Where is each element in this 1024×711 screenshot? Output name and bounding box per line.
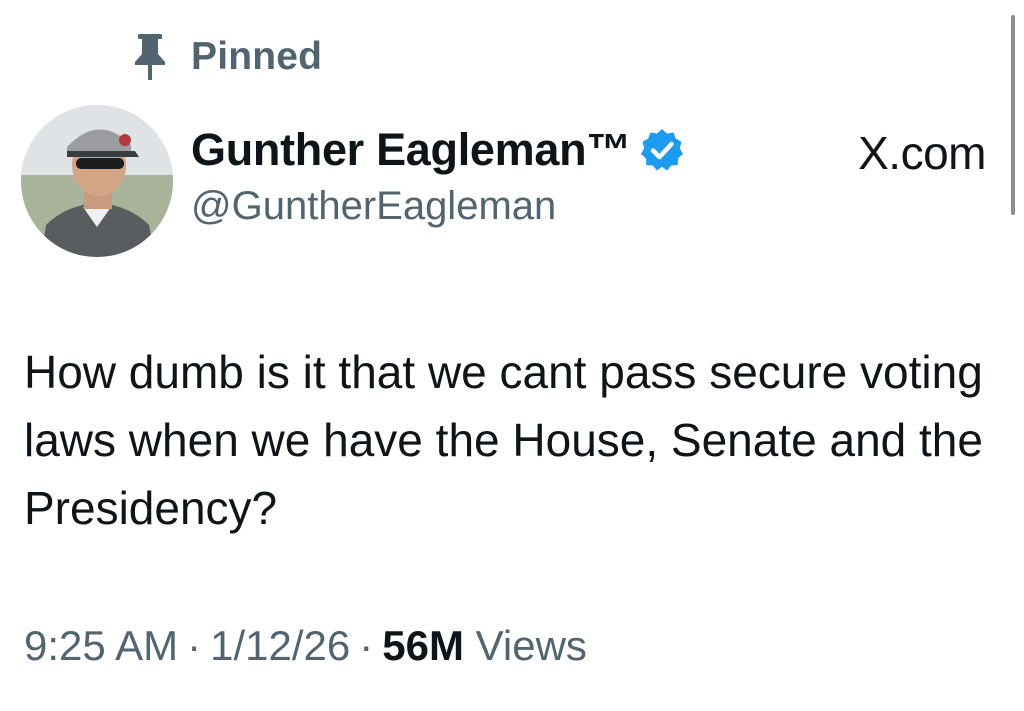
name-row: Gunther Eagleman™ [191,120,685,180]
views-count: 56M [382,622,464,669]
tweet-time[interactable]: 9:25 AM [24,622,178,669]
meta-separator: · [187,622,202,669]
tweet-text: How dumb is it that we cant pass secure … [24,346,983,534]
pinned-indicator: Pinned [133,32,322,82]
tweet-date[interactable]: 1/12/26 [210,622,350,669]
scrollbar[interactable] [1011,15,1015,215]
author-info[interactable]: Gunther Eagleman™ @GuntherEagleman [191,120,685,229]
display-name[interactable]: Gunther Eagleman™ [191,124,631,176]
site-label: X.com [858,127,986,179]
views-label: Views [475,622,587,669]
pinned-label: Pinned [191,35,323,78]
meta-separator: · [359,622,374,669]
profile-photo [21,105,173,257]
tweet-meta: 9:25 AM · 1/12/26 · 56M Views [24,622,587,670]
avatar[interactable] [21,105,173,257]
pin-icon [135,34,165,80]
verified-badge-icon [640,129,683,171]
user-handle[interactable]: @GuntherEagleman [191,184,685,229]
